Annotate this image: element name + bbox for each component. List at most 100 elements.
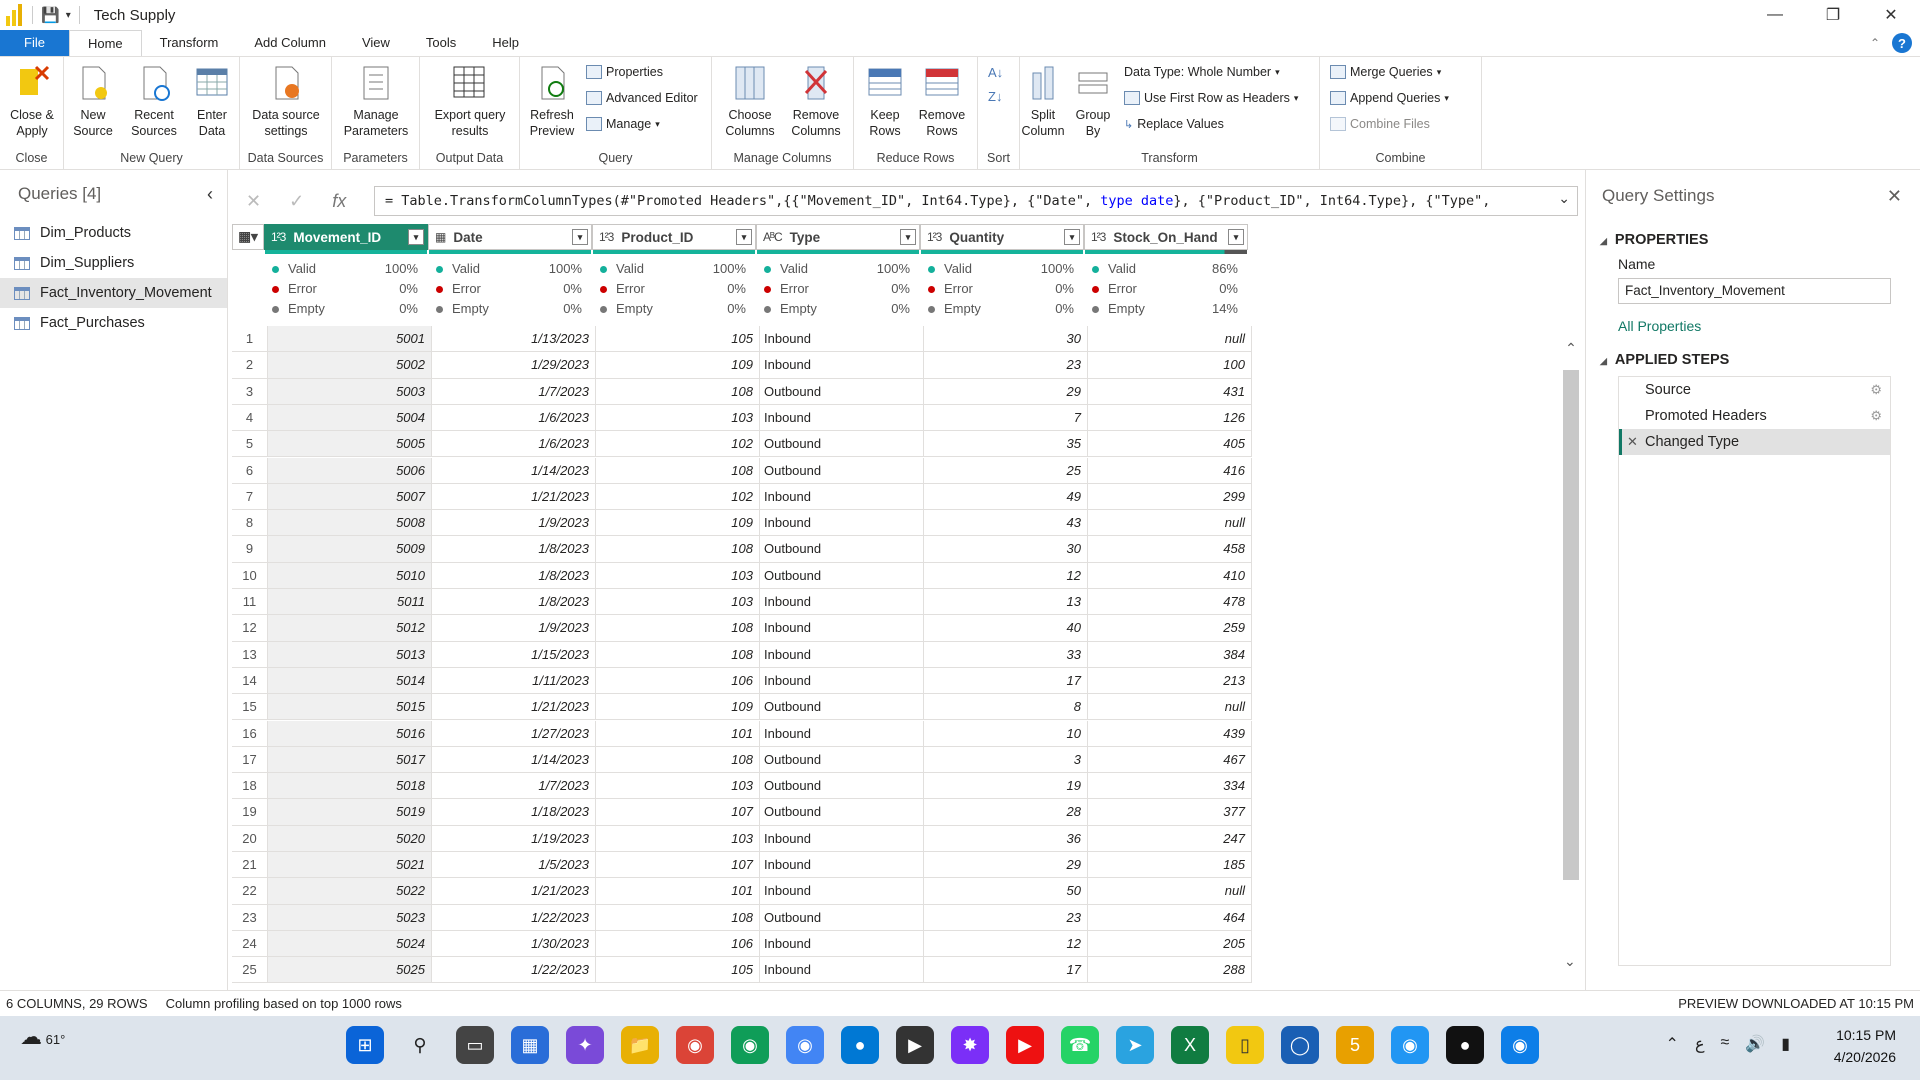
chrome-icon[interactable]: ◉ xyxy=(676,1026,714,1064)
manage-parameters-button[interactable]: Manage Parameters xyxy=(336,63,416,139)
table-cell[interactable]: 467 xyxy=(1088,746,1252,774)
tab-help[interactable]: Help xyxy=(474,30,537,56)
qat-dropdown-icon[interactable]: ▾ xyxy=(66,10,71,21)
vertical-scrollbar[interactable]: ⌃ ⌄ xyxy=(1560,340,1582,980)
data-type-dropdown[interactable]: Data Type: Whole Number ▾ xyxy=(1124,65,1280,79)
table-cell[interactable]: null xyxy=(1088,510,1252,537)
app-blue-icon[interactable]: ◉ xyxy=(1391,1026,1429,1064)
append-queries-button[interactable]: Append Queries ▾ xyxy=(1330,91,1449,105)
table-cell[interactable]: 103 xyxy=(596,773,760,800)
table-cell[interactable]: 1/5/2023 xyxy=(432,852,596,879)
table-cell[interactable]: Inbound xyxy=(760,720,924,747)
table-cell[interactable]: 1/19/2023 xyxy=(432,825,596,852)
column-filter-dropdown-icon[interactable]: ▾ xyxy=(572,229,588,245)
chrome-profile-icon[interactable]: ◉ xyxy=(731,1026,769,1064)
table-cell[interactable]: Outbound xyxy=(760,431,924,458)
query-name-input[interactable]: Fact_Inventory_Movement xyxy=(1618,278,1891,304)
table-cell[interactable]: 5013 xyxy=(268,641,432,668)
language-icon[interactable]: ع xyxy=(1695,1034,1705,1054)
table-cell[interactable]: 5024 xyxy=(268,930,432,958)
table-row[interactable]: 18 5018 1/7/2023 103 Outbound 19 334 xyxy=(232,773,1252,800)
table-cell[interactable]: 30 xyxy=(924,326,1088,353)
replace-values-button[interactable]: ↳ Replace Values xyxy=(1124,117,1224,131)
column-filter-dropdown-icon[interactable]: ▾ xyxy=(1064,229,1080,245)
table-cell[interactable]: 410 xyxy=(1088,562,1252,589)
table-cell[interactable]: Outbound xyxy=(760,536,924,563)
tray-chevron-icon[interactable]: ⌃ xyxy=(1666,1034,1679,1054)
table-cell[interactable]: 1/9/2023 xyxy=(432,615,596,642)
table-row[interactable]: 23 5023 1/22/2023 108 Outbound 23 464 xyxy=(232,904,1252,931)
scroll-down-icon[interactable]: ⌄ xyxy=(1564,953,1576,970)
column-type-icon[interactable]: ▦ xyxy=(435,230,446,244)
table-row[interactable]: 5 5005 1/6/2023 102 Outbound 35 405 xyxy=(232,431,1252,458)
table-cell[interactable]: 1/29/2023 xyxy=(432,352,596,379)
table-cell[interactable]: 102 xyxy=(596,483,760,511)
table-cell[interactable]: 108 xyxy=(596,457,760,484)
column-header-quantity[interactable]: 1²3 Quantity ▾ xyxy=(920,224,1084,250)
table-row[interactable]: 7 5007 1/21/2023 102 Inbound 49 299 xyxy=(232,483,1252,511)
table-cell[interactable]: 101 xyxy=(596,878,760,905)
table-cell[interactable]: 1/18/2023 xyxy=(432,799,596,826)
table-cell[interactable]: 33 xyxy=(924,641,1088,668)
table-cell[interactable]: 1/14/2023 xyxy=(432,457,596,484)
table-cell[interactable]: 8 xyxy=(924,694,1088,721)
whatsapp-icon[interactable]: ☎ xyxy=(1061,1026,1099,1064)
table-cell[interactable]: 12 xyxy=(924,562,1088,589)
table-cell[interactable]: 1/11/2023 xyxy=(432,667,596,695)
table-cell[interactable]: 5004 xyxy=(268,404,432,432)
table-cell[interactable]: 103 xyxy=(596,562,760,589)
powerbi-taskbar-icon[interactable]: ▯ xyxy=(1226,1026,1264,1064)
table-cell[interactable]: 40 xyxy=(924,615,1088,642)
table-cell[interactable]: 105 xyxy=(596,326,760,353)
table-cell[interactable]: 103 xyxy=(596,404,760,432)
table-row[interactable]: 2 5002 1/29/2023 109 Inbound 23 100 xyxy=(232,352,1252,379)
table-cell[interactable]: 458 xyxy=(1088,536,1252,563)
table-cell[interactable]: 185 xyxy=(1088,852,1252,879)
table-cell[interactable]: 416 xyxy=(1088,457,1252,484)
table-row[interactable]: 9 5009 1/8/2023 108 Outbound 30 458 xyxy=(232,536,1252,563)
edge-icon[interactable]: ● xyxy=(841,1026,879,1064)
table-cell[interactable]: 431 xyxy=(1088,378,1252,405)
advanced-editor-button[interactable]: Advanced Editor xyxy=(586,91,698,105)
table-cell[interactable]: 288 xyxy=(1088,957,1252,984)
table-cell[interactable]: Inbound xyxy=(760,930,924,958)
table-cell[interactable]: 5001 xyxy=(268,326,432,353)
commit-formula-icon[interactable]: ✓ xyxy=(289,191,304,212)
collapse-ribbon-icon[interactable]: ⌃ xyxy=(1870,36,1880,50)
query-item-fact-inventory-movement[interactable]: Fact_Inventory_Movement xyxy=(0,278,227,308)
table-cell[interactable]: 101 xyxy=(596,720,760,747)
recent-sources-button[interactable]: Recent Sources xyxy=(124,63,184,139)
table-cell[interactable]: Inbound xyxy=(760,589,924,616)
table-row[interactable]: 11 5011 1/8/2023 103 Inbound 13 478 xyxy=(232,589,1252,616)
column-header-product-id[interactable]: 1²3 Product_ID ▾ xyxy=(592,224,756,250)
column-filter-dropdown-icon[interactable]: ▾ xyxy=(408,229,424,245)
table-cell[interactable]: 5021 xyxy=(268,852,432,879)
table-cell[interactable]: Inbound xyxy=(760,667,924,695)
table-row[interactable]: 22 5022 1/21/2023 101 Inbound 50 null xyxy=(232,878,1252,905)
table-cell[interactable]: 1/13/2023 xyxy=(432,326,596,353)
table-cell[interactable]: 108 xyxy=(596,615,760,642)
obs-icon[interactable]: ● xyxy=(1446,1026,1484,1064)
choose-columns-button[interactable]: Choose Columns xyxy=(718,63,782,139)
column-type-icon[interactable]: 1²3 xyxy=(1091,230,1106,244)
table-cell[interactable]: 5015 xyxy=(268,694,432,721)
table-row[interactable]: 19 5019 1/18/2023 107 Outbound 28 377 xyxy=(232,799,1252,826)
table-row[interactable]: 12 5012 1/9/2023 108 Inbound 40 259 xyxy=(232,615,1252,642)
table-row[interactable]: 3 5003 1/7/2023 108 Outbound 29 431 xyxy=(232,378,1252,405)
table-menu-icon[interactable]: ▦▾ xyxy=(232,224,264,250)
table-cell[interactable]: 25 xyxy=(924,457,1088,484)
tab-add-column[interactable]: Add Column xyxy=(236,30,344,56)
table-cell[interactable]: 1/21/2023 xyxy=(432,694,596,721)
step-source[interactable]: Source ⚙ xyxy=(1619,377,1890,403)
table-cell[interactable]: 108 xyxy=(596,746,760,774)
column-type-icon[interactable]: 1²3 xyxy=(927,230,942,244)
enter-data-button[interactable]: Enter Data xyxy=(190,63,234,139)
video-app-icon[interactable]: ▶ xyxy=(1006,1026,1044,1064)
media-icon[interactable]: ▶ xyxy=(896,1026,934,1064)
gear-icon[interactable]: ⚙ xyxy=(1870,408,1882,424)
table-row[interactable]: 16 5016 1/27/2023 101 Inbound 10 439 xyxy=(232,720,1252,747)
search-icon[interactable]: ⚲ xyxy=(401,1026,439,1064)
save-icon[interactable]: 💾 xyxy=(41,6,60,24)
table-cell[interactable]: 213 xyxy=(1088,667,1252,695)
table-cell[interactable]: Outbound xyxy=(760,904,924,931)
